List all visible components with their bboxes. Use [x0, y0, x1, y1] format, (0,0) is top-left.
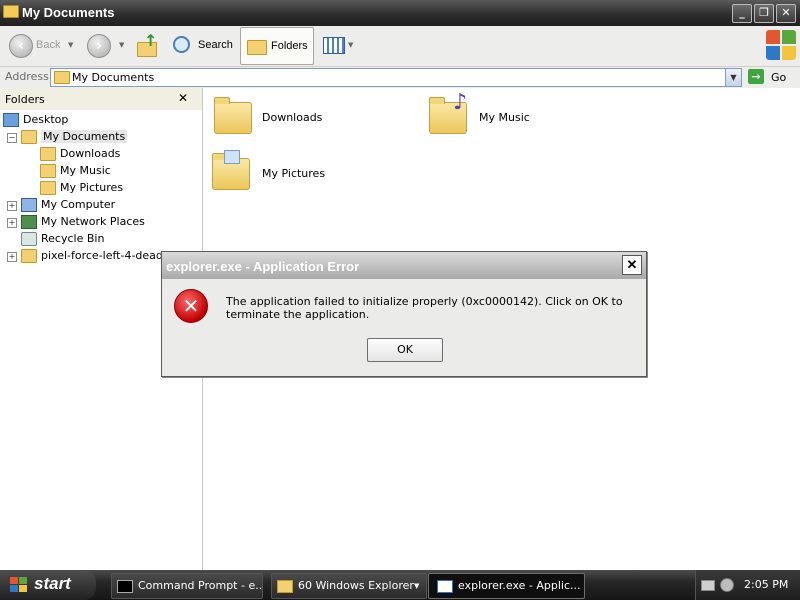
folder-icon [277, 579, 293, 593]
cmd-icon [117, 579, 133, 593]
taskbar-item-label: 60 Windows Explorer [298, 579, 414, 592]
system-tray: 2:05 PM [695, 570, 800, 600]
folders-pane-header: Folders ✕ [0, 88, 202, 110]
address-label: Address [5, 70, 49, 83]
network-icon [21, 215, 37, 229]
folder-item-label: My Pictures [262, 167, 326, 180]
expand-toggle-icon[interactable]: + [7, 252, 17, 262]
address-dropdown-icon[interactable]: ▼ [725, 68, 742, 87]
address-bar: Address My Documents ▼ → Go [0, 67, 800, 89]
views-icon [323, 37, 345, 54]
tree-item-recycle-bin[interactable]: Recycle Bin [21, 231, 104, 247]
windows-flag-icon [10, 577, 28, 593]
tree-item-label: Desktop [23, 113, 69, 126]
folders-button-label: Folders [271, 40, 308, 52]
start-label: start [34, 574, 71, 593]
taskbar-item-command-prompt[interactable]: Command Prompt - e... [111, 573, 263, 599]
tree-item-label: My Network Places [41, 215, 145, 228]
tree-item-label: Recycle Bin [41, 232, 105, 245]
up-arrow-icon: ↑ [144, 31, 158, 50]
my-documents-icon [3, 5, 19, 18]
tree-item-label: My Pictures [60, 181, 124, 194]
folders-icon [247, 40, 267, 55]
tree-item-label: My Documents [41, 130, 128, 143]
tree-item-label: My Computer [41, 198, 116, 211]
maximize-button[interactable]: ❐ [754, 4, 774, 23]
my-music-icon [40, 164, 56, 178]
folder-icon [40, 147, 56, 161]
expand-toggle-icon[interactable]: + [7, 201, 17, 211]
tree-item-pixel-force-folder[interactable]: pixel-force-left-4-dead-e [21, 248, 174, 264]
forward-history-dropdown-icon[interactable]: ▼ [119, 41, 124, 49]
my-documents-icon [54, 71, 70, 84]
clock[interactable]: 2:05 PM [744, 578, 788, 591]
tray-volume-icon[interactable] [720, 578, 734, 592]
address-field[interactable]: My Documents [50, 68, 742, 87]
ok-button[interactable]: OK [367, 338, 443, 362]
go-button[interactable]: → Go [748, 68, 794, 86]
tree-item-desktop[interactable]: Desktop [3, 112, 68, 128]
toolbar: ‹ Back ▼ › ▼ ↑ Search Folders ▼ [0, 26, 800, 67]
tree-item-my-documents[interactable]: My Documents [21, 129, 128, 145]
back-button-label[interactable]: Back [36, 39, 60, 51]
forward-arrow-icon[interactable]: › [87, 34, 111, 58]
window-icon [437, 579, 453, 593]
search-button-label: Search [198, 39, 233, 51]
search-magnifier-icon [173, 36, 190, 53]
window-title-bar[interactable]: My Documents _ ❐ ✕ [0, 0, 800, 26]
desktop-icon [3, 113, 19, 127]
my-documents-icon [21, 130, 37, 144]
back-arrow-icon[interactable]: ‹ [9, 34, 33, 58]
error-icon: ✕ [174, 289, 208, 323]
tree-item-label: My Music [60, 164, 111, 177]
folder-item-label: My Music [479, 111, 530, 124]
minimize-button[interactable]: _ [732, 4, 752, 23]
application-error-dialog: explorer.exe - Application Error ✕ ✕ The… [161, 251, 647, 377]
collapse-toggle-icon[interactable]: − [7, 133, 17, 143]
folders-pane-title: Folders [5, 93, 45, 106]
start-button[interactable]: start [0, 570, 96, 600]
views-button[interactable]: ▼ [322, 35, 356, 57]
tree-item-my-pictures[interactable]: My Pictures [40, 180, 123, 196]
close-button[interactable]: ✕ [776, 4, 796, 23]
taskbar-item-label: Command Prompt - e... [138, 579, 263, 592]
computer-icon [21, 198, 37, 212]
dialog-message: The application failed to initialize pro… [226, 295, 623, 321]
folder-icon [214, 97, 252, 134]
tree-item-my-network-places[interactable]: My Network Places [21, 214, 145, 230]
go-arrow-icon: → [748, 69, 764, 84]
close-pane-icon[interactable]: ✕ [178, 91, 188, 105]
tree-item-label: Downloads [60, 147, 121, 160]
picture-icon [224, 150, 240, 164]
back-history-dropdown-icon[interactable]: ▼ [68, 41, 73, 49]
taskbar-item-application-error[interactable]: explorer.exe - Applic... [428, 573, 585, 599]
dialog-title-bar[interactable]: explorer.exe - Application Error ✕ [162, 252, 646, 279]
expand-toggle-icon[interactable]: + [7, 218, 17, 228]
taskbar-item-windows-explorer[interactable]: 60 Windows Explorer ▼ [271, 573, 427, 599]
tree-item-my-music[interactable]: My Music [40, 163, 111, 179]
taskbar-item-label: explorer.exe - Applic... [458, 579, 581, 592]
tree-item-downloads[interactable]: Downloads [40, 146, 120, 162]
tray-keyboard-icon[interactable] [701, 580, 715, 591]
search-button[interactable]: Search [169, 33, 235, 57]
folders-button[interactable]: Folders [240, 27, 314, 65]
dialog-close-button[interactable]: ✕ [622, 255, 642, 275]
windows-logo-icon [764, 28, 798, 62]
address-value: My Documents [72, 71, 155, 84]
group-dropdown-icon: ▼ [414, 582, 420, 590]
dialog-title: explorer.exe - Application Error [166, 259, 360, 274]
tree-item-label: pixel-force-left-4-dead-e [41, 249, 174, 262]
folder-icon [21, 249, 37, 263]
up-folder-button[interactable]: ↑ [136, 31, 158, 57]
recycle-bin-icon [21, 232, 37, 246]
taskbar: start Command Prompt - e... 60 Windows E… [0, 570, 800, 600]
go-label: Go [771, 71, 787, 84]
folder-item-label: Downloads [262, 111, 323, 124]
tree-item-my-computer[interactable]: My Computer [21, 197, 115, 213]
window-title: My Documents [22, 5, 115, 20]
my-pictures-icon [40, 181, 56, 195]
music-note-icon: ♪ [453, 90, 468, 115]
views-dropdown-icon: ▼ [348, 41, 354, 49]
